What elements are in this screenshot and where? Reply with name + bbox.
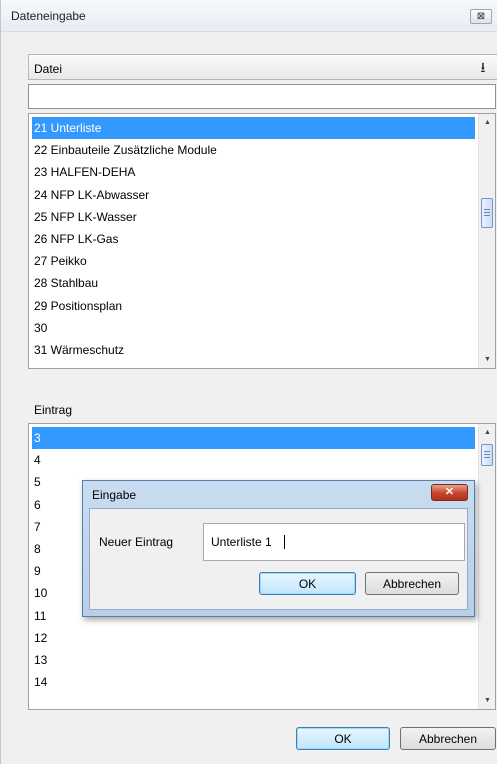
list-item[interactable]: 22 Einbauteile Zusätzliche Module: [32, 139, 475, 161]
dialog-ok-button[interactable]: OK: [259, 572, 356, 595]
list-item[interactable]: 3: [32, 427, 475, 450]
close-icon[interactable]: ✕: [431, 484, 468, 501]
dialog-body: Neuer Eintrag OK Abbrechen: [89, 508, 468, 610]
datei-rows: 21 Unterliste 22 Einbauteile Zusätzliche …: [32, 117, 475, 361]
list-item[interactable]: 21 Unterliste: [32, 117, 475, 140]
datei-header: Datei ⭳: [28, 54, 497, 80]
cancel-button[interactable]: Abbrechen: [400, 727, 496, 750]
datei-listbox[interactable]: 21 Unterliste 22 Einbauteile Zusätzliche …: [28, 113, 496, 369]
close-icon[interactable]: ⊠: [470, 9, 492, 24]
list-item[interactable]: 29 Positionsplan: [32, 295, 475, 317]
datei-path-input[interactable]: [28, 84, 496, 109]
window-title: Dateneingabe: [11, 9, 86, 23]
list-item[interactable]: 12: [32, 627, 475, 649]
list-item[interactable]: 28 Stahlbau: [32, 272, 475, 294]
dialog-title: Eingabe: [92, 488, 137, 502]
list-item[interactable]: 4: [32, 449, 475, 471]
list-item[interactable]: 30: [32, 317, 475, 339]
ok-button[interactable]: OK: [296, 727, 390, 750]
list-item[interactable]: 14: [32, 671, 475, 693]
dateneingabe-window: Dateneingabe ⊠ Datei ⭳ 21 Unterliste 22 E…: [0, 0, 497, 764]
text-caret: [284, 535, 285, 549]
dialog-cancel-button[interactable]: Abbrechen: [365, 572, 459, 595]
datei-scrollbar[interactable]: ▲ ▼: [478, 114, 495, 368]
download-icon[interactable]: ⭳: [472, 58, 494, 76]
scroll-up-icon[interactable]: ▲: [479, 424, 495, 441]
scroll-down-icon[interactable]: ▼: [479, 692, 495, 709]
eingabe-dialog: Eingabe ✕ Neuer Eintrag OK Abbrechen: [82, 480, 475, 617]
list-item[interactable]: 31 Wärmeschutz: [32, 339, 475, 361]
list-item[interactable]: 26 NFP LK-Gas: [32, 228, 475, 250]
scroll-thumb[interactable]: [481, 444, 493, 466]
scroll-thumb[interactable]: [481, 198, 493, 228]
list-item[interactable]: 23 HALFEN-DEHA: [32, 161, 475, 183]
list-item[interactable]: 25 NFP LK-Wasser: [32, 206, 475, 228]
neuer-eintrag-label: Neuer Eintrag: [99, 535, 174, 549]
datei-label: Datei: [34, 62, 63, 76]
list-item[interactable]: 24 NFP LK-Abwasser: [32, 184, 475, 206]
title-bar: Dateneingabe ⊠: [1, 0, 497, 32]
neuer-eintrag-input[interactable]: [203, 523, 465, 561]
scroll-up-icon[interactable]: ▲: [479, 114, 495, 131]
scroll-down-icon[interactable]: ▼: [479, 351, 495, 368]
list-item[interactable]: 27 Peikko: [32, 250, 475, 272]
list-item[interactable]: 13: [32, 649, 475, 671]
eintrag-scrollbar[interactable]: ▲ ▼: [478, 424, 495, 709]
eintrag-label: Eintrag: [34, 403, 73, 417]
